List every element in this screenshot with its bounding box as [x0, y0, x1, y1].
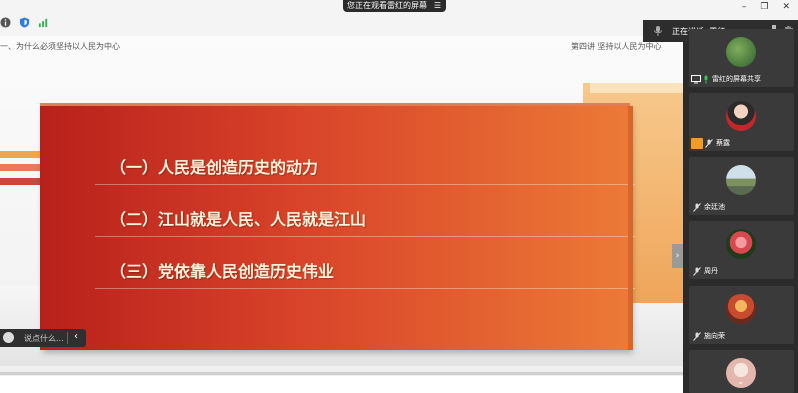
slide-lecture-title: 第四讲 坚持以人民为中心 — [571, 42, 662, 51]
divider — [95, 288, 635, 289]
panel-toggle-button[interactable]: › — [672, 244, 683, 268]
menu-icon[interactable]: ☰ — [434, 0, 441, 12]
mic-active-icon — [704, 75, 708, 84]
participant-name: 雷红的屏幕共享 — [712, 75, 761, 83]
panel-side-edge — [628, 106, 633, 350]
participant-tile[interactable]: 周丹 — [689, 221, 794, 279]
info-icon[interactable] — [0, 17, 11, 28]
divider — [95, 184, 635, 185]
slide-item-2: （二）江山就是人民、人民就是江山 — [110, 210, 367, 229]
restore-icon[interactable]: ❐ — [760, 2, 768, 12]
participant-name: 施向荣 — [704, 332, 725, 340]
avatar — [726, 294, 756, 324]
signal-icon[interactable] — [38, 17, 49, 28]
viewing-screen-banner[interactable]: 您正在观看雷红的屏幕 ☰ — [343, 0, 446, 12]
mic-muted-icon — [693, 332, 701, 341]
divider — [67, 332, 68, 344]
comment-bar[interactable]: 说点什么... ‹ — [0, 329, 86, 347]
participant-name: 蔡露 — [716, 139, 730, 147]
decor-stripe — [0, 164, 40, 171]
decor-stripe — [0, 151, 40, 158]
participant-tile[interactable]: 施向荣 — [689, 286, 794, 344]
slide-section-title: 一、为什么必须坚持以人民为中心 — [0, 42, 120, 51]
participant-tile[interactable]: 蔡露 — [689, 93, 794, 151]
divider — [95, 236, 635, 237]
mic-muted-icon — [693, 267, 701, 276]
participant-tile[interactable]: 余廷池 — [689, 157, 794, 215]
mic-muted-icon — [693, 203, 701, 212]
avatar — [726, 229, 756, 259]
chevron-down-icon[interactable]: ⌄ — [737, 377, 745, 387]
slide-bottom-line — [0, 372, 683, 375]
minimize-icon[interactable]: – — [742, 2, 747, 12]
close-icon[interactable]: ✕ — [782, 2, 790, 12]
decor-stripe — [0, 178, 40, 185]
chevron-left-icon[interactable]: ‹ — [74, 331, 78, 342]
shared-slide: 一、为什么必须坚持以人民为中心 第四讲 坚持以人民为中心 （一）人民是创造历史的… — [0, 36, 683, 376]
content-panel: （一）人民是创造历史的动力 （二）江山就是人民、人民就是江山 （三）党依靠人民创… — [40, 106, 635, 350]
status-icons — [0, 17, 49, 28]
decor-box-top — [590, 83, 683, 93]
avatar — [726, 165, 756, 195]
participant-name: 周丹 — [704, 267, 718, 275]
viewing-label: 您正在观看雷红的屏幕 — [347, 1, 427, 10]
shield-icon[interactable] — [19, 17, 30, 28]
window-controls: – ❐ ✕ — [742, 2, 790, 12]
emoji-icon[interactable] — [3, 332, 14, 343]
speaker-mic-icon — [654, 26, 662, 36]
slide-item-3: （三）党依靠人民创造历史伟业 — [110, 262, 335, 281]
comment-input[interactable]: 说点什么... — [24, 333, 64, 344]
screen-share-icon — [691, 75, 701, 84]
participant-tile[interactable]: 雷红的屏幕共享 — [689, 29, 794, 87]
mic-muted-icon — [705, 139, 713, 148]
avatar — [726, 37, 756, 67]
slide-item-1: （一）人民是创造历史的动力 — [110, 158, 319, 177]
participant-name: 余廷池 — [704, 203, 725, 211]
avatar — [726, 101, 756, 131]
user-badge-icon — [691, 138, 703, 149]
